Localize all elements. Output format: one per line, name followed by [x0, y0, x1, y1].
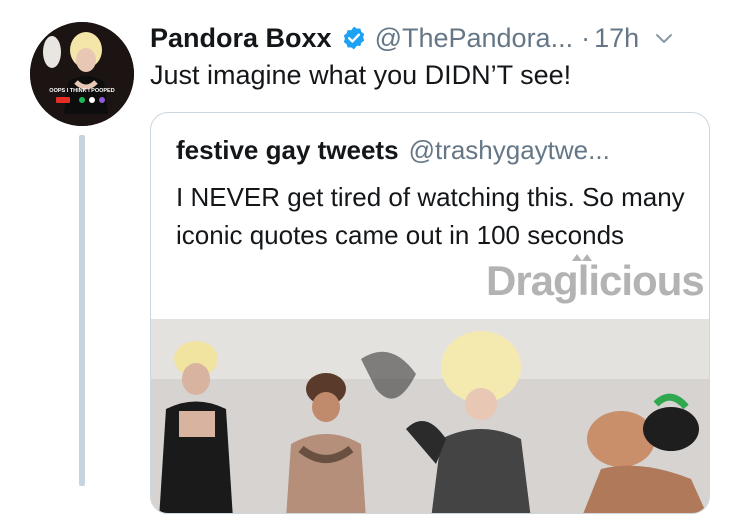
quoted-tweet-header: festive gay tweets @trashygaytwe... [176, 135, 610, 166]
display-name[interactable]: Pandora Boxx [150, 23, 332, 54]
quoted-tweet-media[interactable] [151, 319, 709, 513]
tweet-text: Just imagine what you DIDN’T see! [150, 60, 572, 90]
quoted-display-name: festive gay tweets [176, 135, 399, 165]
quoted-tweet-card[interactable]: festive gay tweets @trashygaytwe... I NE… [150, 112, 710, 514]
avatar-image: OOPS I THINK I POOPED [30, 22, 134, 126]
media-image [151, 319, 709, 513]
chevron-down-icon[interactable] [653, 27, 675, 49]
watermark-logo: Draglicious [486, 254, 705, 304]
thread-line [79, 135, 85, 486]
quoted-tweet-text: I NEVER get tired of watching this. So m… [176, 182, 685, 250]
avatar-caption: OOPS I THINK I POOPED [49, 88, 114, 94]
tweet-header: Pandora Boxx @ThePandora... · 17h [150, 20, 711, 56]
user-handle[interactable]: @ThePandora... [375, 23, 574, 54]
watermark-text: Draglicious [486, 257, 704, 304]
timestamp[interactable]: 17h [594, 23, 639, 54]
avatar[interactable]: OOPS I THINK I POOPED [30, 22, 134, 126]
quoted-user-handle: @trashygaytwe... [408, 135, 610, 165]
separator-dot: · [581, 22, 591, 53]
verified-badge-icon [341, 25, 367, 51]
